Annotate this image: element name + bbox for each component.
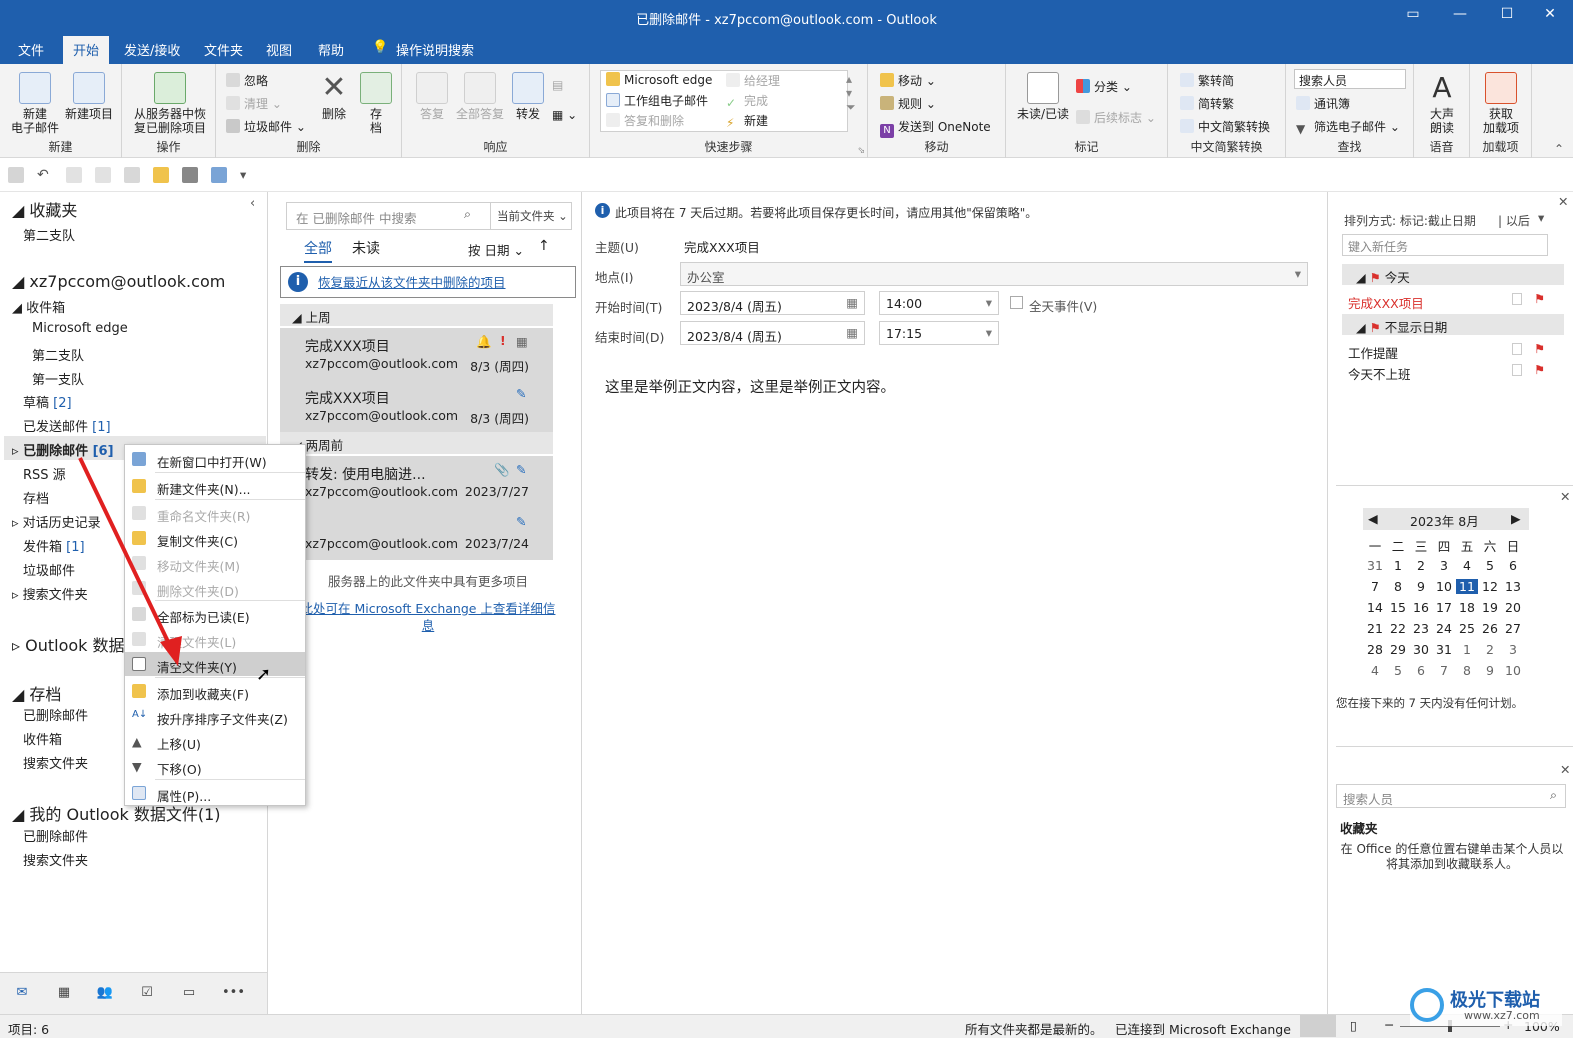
annotation-arrow: [78, 457, 182, 666]
mouse-cursor-icon: ➚: [256, 664, 272, 685]
